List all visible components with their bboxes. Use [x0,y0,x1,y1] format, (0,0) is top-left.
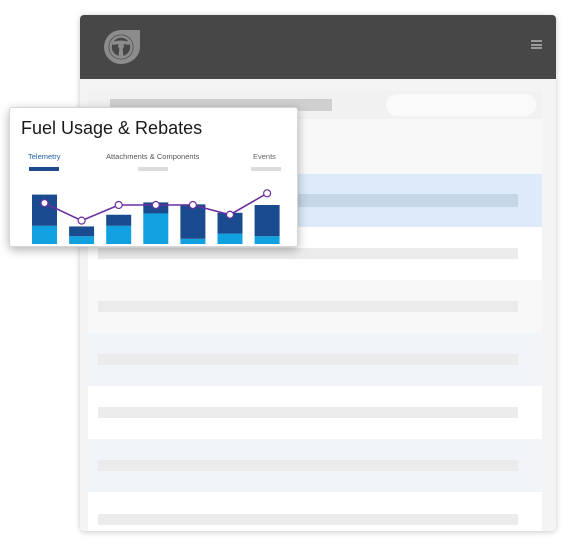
bar-segment-light [32,225,57,244]
line-point [77,216,86,225]
bar-segment-light [254,236,280,244]
bar-segment-light [106,225,132,244]
list-item[interactable] [88,492,542,531]
bar-segment-light [143,213,169,244]
hamburger-menu-icon[interactable] [531,40,542,49]
bar-segment-light [180,238,206,244]
fuel-usage-card[interactable]: Fuel Usage & Rebates Telemetry Attachmen… [9,107,298,247]
app-window [80,15,556,531]
line-point [151,200,160,210]
line-point [188,200,197,210]
bar-segment-light [217,233,243,244]
line-point [40,198,49,208]
list-item[interactable] [88,439,542,492]
bar-segment-dark [69,226,95,237]
fuel-usage-chart [32,189,280,244]
list-item-text [98,514,518,525]
line-point [114,200,123,210]
bar-segment-dark [254,205,280,237]
line-point [225,210,235,219]
bar-segment-dark [180,204,206,239]
list-item[interactable] [88,280,542,333]
line-point [263,189,272,198]
list-item-text [98,354,518,365]
stage: Fuel Usage & Rebates Telemetry Attachmen… [0,0,570,543]
list-item[interactable] [88,386,542,439]
list-item-text [98,248,518,259]
list-item-text [98,301,518,312]
bar-segment-light [69,236,95,244]
app-header [80,15,556,79]
list-item[interactable] [88,333,542,386]
list-item-text [98,460,518,471]
steering-wheel-logo-icon[interactable] [100,26,144,68]
bar-segment-dark [106,214,132,226]
search-input[interactable] [386,94,536,116]
list-item-text [98,407,518,418]
